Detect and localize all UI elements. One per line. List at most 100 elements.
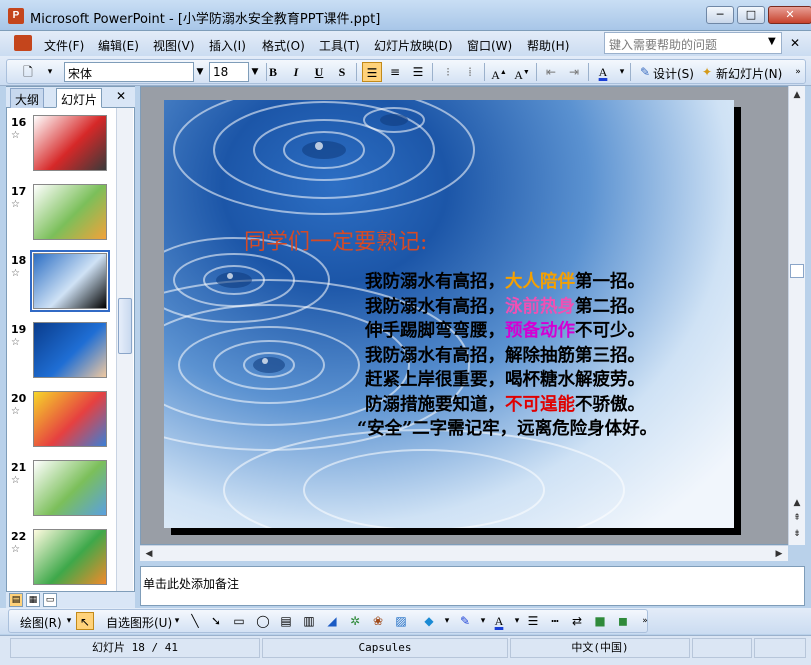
slide-thumbnail[interactable]: 21 ☆	[7, 457, 115, 525]
design-button[interactable]: 设计(S)	[653, 65, 694, 82]
shadow-style-icon[interactable]: ■	[591, 612, 609, 630]
autoshapes-menu-button[interactable]: 自选图形(U)	[106, 614, 172, 631]
normal-view-icon[interactable]: ▤	[9, 593, 23, 607]
scroll-up-icon[interactable]: ▲	[790, 496, 804, 510]
line-style-icon[interactable]: ☰	[524, 612, 542, 630]
bold-icon[interactable]: B	[263, 62, 283, 82]
tab-slides[interactable]: 幻灯片	[56, 88, 103, 108]
menu-view[interactable]: 视图(V)	[153, 37, 195, 54]
chevron-down-icon[interactable]: ▾	[168, 612, 186, 630]
menu-insert[interactable]: 插入(I)	[209, 37, 246, 54]
animation-star-icon[interactable]: ☆	[11, 130, 20, 141]
align-center-icon[interactable]: ≡	[385, 62, 405, 82]
scroll-left-icon[interactable]: ◀	[142, 547, 156, 561]
previous-slide-icon[interactable]: ⇞	[790, 511, 804, 525]
vertical-textbox-icon[interactable]: ▥	[300, 612, 318, 630]
cursor-icon[interactable]: ↖	[76, 612, 94, 630]
slide-thumbnail[interactable]: 20 ☆	[7, 388, 115, 456]
new-slide-icon[interactable]: ✦	[697, 62, 717, 82]
design-icon[interactable]: ✎	[635, 62, 655, 82]
numbered-list-icon[interactable]: ⁝	[438, 62, 458, 82]
menu-slideshow[interactable]: 幻灯片放映(D)	[374, 37, 453, 54]
scrollbar-thumb[interactable]	[118, 298, 132, 354]
font-color-icon[interactable]: A	[490, 612, 508, 630]
decrease-indent-icon[interactable]: ⇤	[541, 62, 561, 82]
slide-horizontal-scrollbar[interactable]: ◀ ▶	[140, 545, 788, 561]
animation-star-icon[interactable]: ☆	[11, 268, 20, 279]
animation-star-icon[interactable]: ☆	[11, 475, 20, 486]
font-size-select[interactable]: 18	[209, 62, 249, 82]
slide-thumbnail-image[interactable]	[33, 460, 107, 516]
menu-edit[interactable]: 编辑(E)	[98, 37, 139, 54]
help-search-input[interactable]: 键入需要帮助的问题	[604, 32, 782, 54]
menu-format[interactable]: 格式(O)	[262, 37, 305, 54]
line-icon[interactable]: ╲	[186, 612, 204, 630]
slideshow-view-icon[interactable]: ▭	[43, 593, 57, 607]
chevron-down-icon[interactable]: ▾	[438, 612, 456, 630]
font-name-select[interactable]: 宋体	[64, 62, 194, 82]
slide-thumbnail-image[interactable]	[33, 391, 107, 447]
underline-icon[interactable]: U	[309, 62, 329, 82]
grow-font-icon[interactable]: A▲	[489, 62, 509, 82]
animation-star-icon[interactable]: ☆	[11, 199, 20, 210]
minimize-button[interactable]: ─	[706, 6, 734, 24]
menu-tools[interactable]: 工具(T)	[319, 37, 360, 54]
animation-star-icon[interactable]: ☆	[11, 337, 20, 348]
slide-thumbnail[interactable]: 19 ☆	[7, 319, 115, 387]
3d-style-icon[interactable]: ◼	[614, 612, 632, 630]
toolbar-options-icon[interactable]: »	[636, 612, 654, 630]
notes-placeholder[interactable]: 单击此处添加备注	[143, 575, 239, 592]
scrollbar-thumb[interactable]	[790, 264, 804, 278]
close-icon[interactable]: ✕	[116, 89, 126, 103]
menu-help[interactable]: 帮助(H)	[527, 37, 569, 54]
textbox-icon[interactable]: ▤	[277, 612, 295, 630]
slide-thumbnail-image[interactable]	[30, 250, 110, 312]
new-slide-button[interactable]: 新幻灯片(N)	[716, 65, 782, 82]
oval-icon[interactable]: ◯	[254, 612, 272, 630]
notes-pane[interactable]	[140, 566, 805, 606]
powerpoint-app-icon[interactable]: P	[8, 8, 24, 24]
scroll-up-icon[interactable]: ▲	[790, 88, 804, 102]
diagram-icon[interactable]: ✲	[346, 612, 364, 630]
slide-vertical-scrollbar[interactable]: ▲ ▲ ⇞ ⇟	[788, 86, 805, 545]
slide-thumbnail[interactable]: 16 ☆	[7, 112, 115, 180]
document-menu-icon[interactable]	[14, 35, 32, 51]
thumbnail-scrollbar[interactable]	[116, 108, 133, 591]
document-close-icon[interactable]: ✕	[790, 36, 800, 50]
font-color-icon[interactable]: A	[593, 62, 613, 82]
chevron-down-icon[interactable]: ▼	[768, 36, 776, 47]
scroll-right-icon[interactable]: ▶	[772, 547, 786, 561]
menu-window[interactable]: 窗口(W)	[467, 37, 512, 54]
rectangle-icon[interactable]: ▭	[230, 612, 248, 630]
animation-star-icon[interactable]: ☆	[11, 406, 20, 417]
slide-thumbnail[interactable]: 17 ☆	[7, 181, 115, 249]
slide-sorter-view-icon[interactable]: ▦	[26, 593, 40, 607]
slide-thumbnail-image[interactable]	[33, 322, 107, 378]
picture-icon[interactable]: ▨	[392, 612, 410, 630]
clipart-icon[interactable]: ❀	[369, 612, 387, 630]
increase-indent-icon[interactable]: ⇥	[564, 62, 584, 82]
slide-body-text[interactable]: 我防溺水有高招，大人陪伴第一招。 我防溺水有高招，泳前热身第二招。 伸手踢脚弯弯腰，…	[357, 270, 657, 442]
arrow-icon[interactable]: ➘	[207, 612, 225, 630]
shrink-font-icon[interactable]: A▼	[512, 62, 532, 82]
fill-color-icon[interactable]: ◆	[420, 612, 438, 630]
wordart-icon[interactable]: ◢	[323, 612, 341, 630]
bullet-list-icon[interactable]: ⁞	[460, 62, 480, 82]
chevron-down-icon[interactable]: ▾	[612, 62, 632, 82]
draw-menu-button[interactable]: 绘图(R)	[20, 614, 62, 631]
maximize-button[interactable]: □	[737, 6, 765, 24]
shadow-icon[interactable]: S	[332, 62, 352, 82]
dash-style-icon[interactable]: ┅	[546, 612, 564, 630]
italic-icon[interactable]: I	[286, 62, 306, 82]
new-icon[interactable]: 🗋	[18, 62, 38, 82]
arrow-style-icon[interactable]: ⇄	[568, 612, 586, 630]
menu-file[interactable]: 文件(F)	[44, 37, 84, 54]
close-button[interactable]: ✕	[768, 6, 811, 24]
align-left-icon[interactable]: ☰	[362, 62, 382, 82]
slide-heading[interactable]: 同学们一定要熟记:	[244, 224, 427, 256]
slide-thumbnail-image[interactable]	[33, 115, 107, 171]
animation-star-icon[interactable]: ☆	[11, 544, 20, 555]
toolbar-options-icon[interactable]: »	[788, 62, 808, 82]
line-color-icon[interactable]: ✎	[456, 612, 474, 630]
slide-thumbnail[interactable]: 22 ☆	[7, 526, 115, 591]
